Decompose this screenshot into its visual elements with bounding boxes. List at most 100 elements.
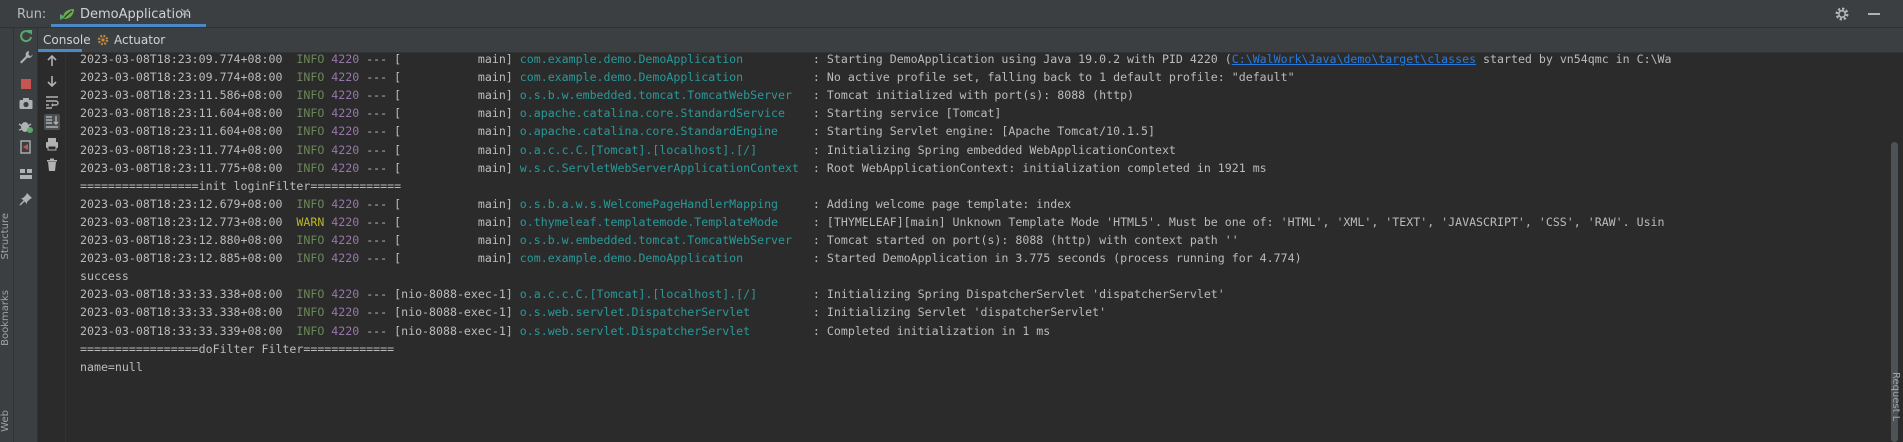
log-pid: 4220 bbox=[331, 124, 360, 139]
log-logger: o.a.c.c.C.[Tomcat].[localhost].[/] bbox=[519, 287, 758, 302]
log-message: Initializing Servlet 'dispatcherServlet' bbox=[826, 305, 1107, 320]
minimize-icon[interactable] bbox=[1866, 6, 1882, 22]
log-line: 2023-03-08T18:33:33.338+08:00 INFO 4220 … bbox=[80, 287, 1225, 302]
log-line: 2023-03-08T18:23:11.774+08:00 INFO 4220 … bbox=[80, 142, 1176, 157]
log-thread: --- [nio-8088-exec-1] bbox=[366, 305, 513, 320]
log-thread: --- [ main] bbox=[366, 160, 513, 175]
log-level: INFO bbox=[296, 160, 325, 175]
scroll-to-end-icon[interactable] bbox=[44, 114, 60, 130]
log-level: INFO bbox=[296, 196, 325, 211]
tab-label: DemoApplication bbox=[80, 7, 192, 22]
log-line: =================init loginFilter=======… bbox=[80, 177, 401, 195]
arrow-down-icon[interactable] bbox=[44, 73, 60, 89]
structure-tool-button[interactable]: Structure bbox=[0, 213, 14, 260]
log-message: Initializing Spring DispatcherServlet 'd… bbox=[826, 287, 1225, 302]
actuator-icon bbox=[97, 34, 109, 46]
log-logger: com.example.demo.DemoApplication bbox=[519, 251, 744, 266]
run-toolbar bbox=[14, 28, 38, 442]
log-logger: o.s.web.servlet.DispatcherServlet bbox=[519, 323, 751, 338]
log-message: Starting Servlet engine: [Apache Tomcat/… bbox=[826, 124, 1155, 139]
soft-wrap-icon[interactable] bbox=[44, 94, 60, 110]
log-logger: o.apache.catalina.core.StandardEngine bbox=[519, 124, 779, 139]
arrow-up-icon[interactable] bbox=[44, 53, 60, 69]
log-thread: --- [ main] bbox=[366, 70, 513, 85]
exit-icon[interactable] bbox=[18, 139, 34, 155]
log-line: 2023-03-08T18:23:11.775+08:00 INFO 4220 … bbox=[80, 160, 1267, 175]
log-thread: --- [ main] bbox=[366, 88, 513, 103]
log-message: Tomcat started on port(s): 8088 (http) w… bbox=[826, 233, 1239, 247]
stop-icon[interactable] bbox=[18, 76, 34, 92]
console-tab-bar: Console Actuator bbox=[38, 28, 1903, 53]
log-level: INFO bbox=[296, 106, 325, 121]
tab-console-label: Console bbox=[43, 33, 91, 47]
log-pid: 4220 bbox=[331, 214, 360, 229]
left-tool-strip: Structure Bookmarks Web bbox=[0, 28, 14, 442]
print-icon[interactable] bbox=[44, 136, 60, 152]
log-thread: --- [ main] bbox=[366, 124, 513, 139]
log-logger: w.s.c.ServletWebServerApplicationContext bbox=[519, 160, 799, 175]
log-timestamp: 2023-03-08T18:23:11.604+08:00 bbox=[80, 106, 283, 121]
log-level: INFO bbox=[296, 124, 325, 139]
log-thread: --- [ main] bbox=[366, 214, 513, 229]
log-logger: o.s.b.w.embedded.tomcat.TomcatWebServer bbox=[519, 88, 793, 103]
log-message: Completed initialization in 1 ms bbox=[826, 323, 1051, 338]
rerun-icon[interactable] bbox=[18, 28, 34, 44]
log-message: [THYMELEAF][main] Unknown Template Mode … bbox=[826, 214, 1665, 229]
log-timestamp: 2023-03-08T18:23:09.774+08:00 bbox=[80, 53, 283, 66]
console-output[interactable]: 2023-03-08T18:23:09.774+08:00 INFO 4220 … bbox=[66, 53, 1886, 442]
log-pid: 4220 bbox=[331, 160, 360, 175]
wrench-icon[interactable] bbox=[18, 49, 34, 65]
close-tab-icon[interactable]: × bbox=[179, 5, 191, 21]
log-level: INFO bbox=[296, 88, 325, 103]
log-thread: --- [ main] bbox=[366, 142, 513, 157]
log-plain-text: =================init loginFilter=======… bbox=[80, 178, 402, 193]
log-thread: --- [ main] bbox=[366, 53, 513, 66]
gear-icon[interactable] bbox=[1834, 6, 1850, 22]
web-tool-button[interactable]: Web bbox=[0, 410, 14, 432]
log-thread: --- [ main] bbox=[366, 233, 513, 247]
log-pid: 4220 bbox=[331, 305, 360, 320]
log-line: 2023-03-08T18:23:12.885+08:00 INFO 4220 … bbox=[80, 251, 1302, 266]
layout-icon[interactable] bbox=[18, 166, 34, 182]
log-thread: --- [ main] bbox=[366, 251, 513, 266]
camera-icon[interactable] bbox=[18, 96, 34, 112]
log-plain-text: name=null bbox=[80, 359, 143, 374]
log-timestamp: 2023-03-08T18:23:11.604+08:00 bbox=[80, 124, 283, 139]
log-timestamp: 2023-03-08T18:23:11.775+08:00 bbox=[80, 160, 283, 175]
pin-icon[interactable] bbox=[18, 191, 34, 207]
request-tool-button[interactable]: Request L bbox=[1890, 372, 1901, 421]
log-plain-text: success bbox=[80, 269, 129, 284]
log-logger: o.s.b.a.w.s.WelcomePageHandlerMapping bbox=[519, 196, 779, 211]
log-line: 2023-03-08T18:23:12.679+08:00 INFO 4220 … bbox=[80, 196, 1072, 211]
console-toolbar bbox=[38, 53, 66, 442]
log-pid: 4220 bbox=[331, 323, 360, 338]
log-line: 2023-03-08T18:23:09.774+08:00 INFO 4220 … bbox=[80, 53, 1672, 68]
bookmarks-tool-button[interactable]: Bookmarks bbox=[0, 290, 14, 346]
log-level: INFO bbox=[296, 142, 325, 157]
log-pid: 4220 bbox=[331, 251, 360, 266]
tab-console[interactable]: Console bbox=[38, 28, 91, 52]
log-message: Adding welcome page template: index bbox=[826, 196, 1072, 211]
log-message: Starting DemoApplication using Java 19.0… bbox=[826, 53, 1232, 66]
debug-icon[interactable] bbox=[18, 118, 34, 134]
log-logger: o.s.b.w.embedded.tomcat.TomcatWebServer bbox=[519, 233, 793, 247]
log-line: success bbox=[80, 267, 129, 285]
log-thread: --- [nio-8088-exec-1] bbox=[366, 287, 513, 302]
log-line: name=null bbox=[80, 358, 143, 376]
log-line: 2023-03-08T18:23:11.604+08:00 INFO 4220 … bbox=[80, 106, 1002, 121]
log-line: 2023-03-08T18:23:11.586+08:00 INFO 4220 … bbox=[80, 88, 1135, 103]
log-pid: 4220 bbox=[331, 106, 360, 121]
log-line: 2023-03-08T18:23:12.773+08:00 WARN 4220 … bbox=[80, 214, 1665, 229]
log-level: WARN bbox=[296, 214, 325, 229]
log-message: Started DemoApplication in 3.775 seconds… bbox=[826, 251, 1302, 266]
log-timestamp: 2023-03-08T18:23:12.773+08:00 bbox=[80, 214, 283, 229]
log-timestamp: 2023-03-08T18:23:12.885+08:00 bbox=[80, 251, 283, 266]
log-pid: 4220 bbox=[331, 233, 360, 247]
log-logger: o.thymeleaf.templatemode.TemplateMode bbox=[519, 214, 779, 229]
log-level: INFO bbox=[296, 287, 325, 302]
spring-boot-run-icon bbox=[60, 9, 74, 20]
tab-actuator[interactable]: Actuator bbox=[96, 28, 176, 52]
trash-icon[interactable] bbox=[44, 157, 60, 173]
log-file-link[interactable]: C:\WalWork\Java\demo\target\classes bbox=[1232, 53, 1476, 66]
log-pid: 4220 bbox=[331, 53, 360, 66]
